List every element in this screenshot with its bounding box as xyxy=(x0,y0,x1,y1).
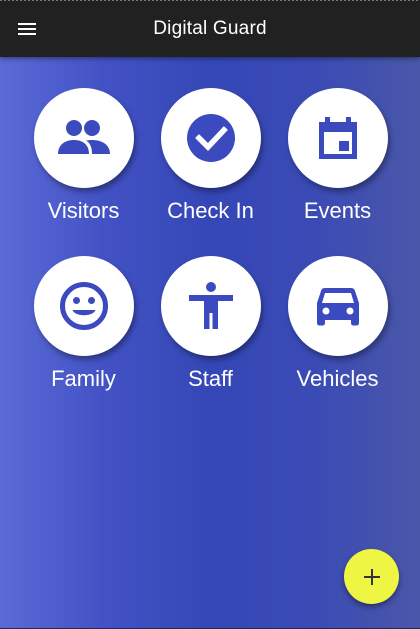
vehicles-circle-button[interactable] xyxy=(287,256,388,356)
tile-vehicles[interactable]: Vehicles xyxy=(274,256,401,392)
staff-circle-button[interactable] xyxy=(160,256,261,356)
tile-staff[interactable]: Staff xyxy=(147,256,274,392)
events-label: Events xyxy=(303,198,372,223)
events-circle-button[interactable] xyxy=(287,88,388,188)
tile-check-in[interactable]: Check In xyxy=(147,88,274,224)
staff-label: Staff xyxy=(188,366,233,391)
person-accessibility-icon xyxy=(188,282,233,329)
tile-visitors[interactable]: Visitors xyxy=(20,88,147,224)
tile-events[interactable]: Events xyxy=(274,88,401,224)
app-screen: Digital Guard Visitors Check In Events F… xyxy=(0,0,420,629)
tile-family[interactable]: Family xyxy=(20,256,147,392)
visitors-label: Visitors xyxy=(47,198,120,223)
plus-icon xyxy=(363,568,380,585)
car-icon xyxy=(316,288,359,326)
family-label: Family xyxy=(51,366,116,391)
add-fab-button[interactable] xyxy=(344,549,399,604)
app-title: Digital Guard xyxy=(153,18,267,39)
calendar-icon xyxy=(318,117,357,159)
check-in-label: Check In xyxy=(167,198,254,223)
app-bar: Digital Guard xyxy=(0,0,420,57)
check-in-circle-button[interactable] xyxy=(160,88,261,188)
people-icon xyxy=(57,120,110,154)
check-circle-icon xyxy=(186,114,235,162)
vehicles-label: Vehicles xyxy=(296,366,379,391)
visitors-circle-button[interactable] xyxy=(33,88,134,188)
family-circle-button[interactable] xyxy=(33,256,134,356)
smiley-face-icon xyxy=(59,282,108,330)
